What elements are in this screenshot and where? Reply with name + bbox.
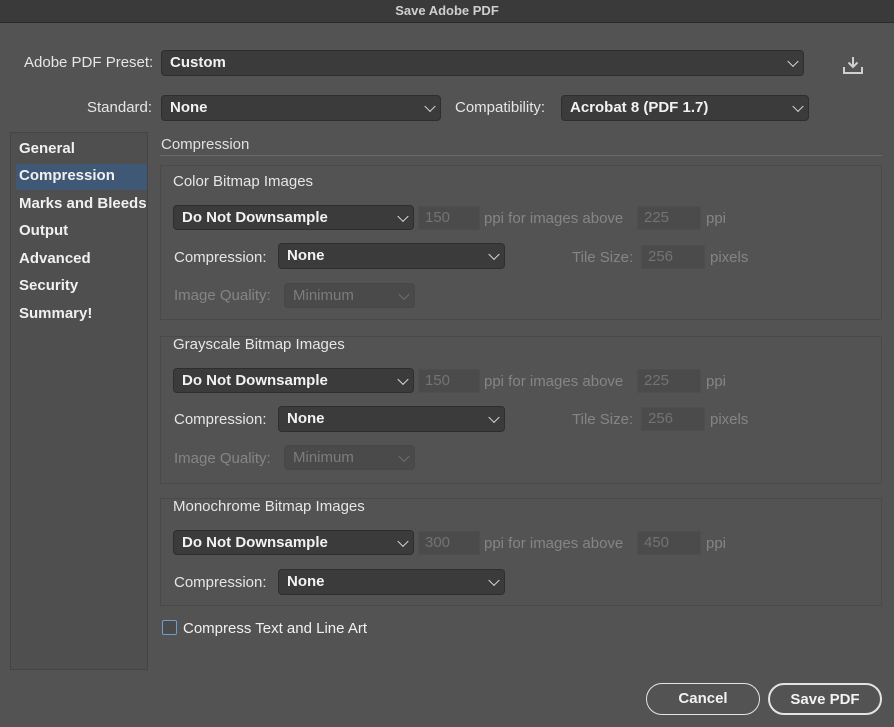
preset-label: Adobe PDF Preset: (24, 54, 154, 71)
color-downsample-select[interactable]: Do Not Downsample (173, 205, 414, 230)
color-compression-label: Compression: (174, 249, 267, 266)
section-title: Compression (161, 136, 250, 153)
gray-tile-unit: pixels (710, 411, 749, 428)
chevron-down-icon (397, 535, 409, 547)
color-tile-field[interactable]: 256 (641, 245, 705, 269)
compress-text-label[interactable]: Compress Text and Line Art (183, 620, 367, 637)
gray-quality-label: Image Quality: (174, 450, 271, 467)
gray-compression-value: None (287, 410, 325, 427)
mono-downsample-select[interactable]: Do Not Downsample (173, 530, 414, 555)
standard-value: None (170, 99, 208, 116)
preset-select[interactable]: Custom (161, 50, 804, 76)
compatibility-value: Acrobat 8 (PDF 1.7) (570, 99, 709, 116)
color-downsample-value: Do Not Downsample (182, 209, 328, 226)
color-compression-select[interactable]: None (278, 243, 505, 269)
chevron-down-icon (397, 210, 409, 222)
gray-compression-label: Compression: (174, 411, 267, 428)
mono-compression-value: None (287, 573, 325, 590)
gray-downsample-select[interactable]: Do Not Downsample (173, 368, 414, 393)
mono-ppi-unit: ppi (706, 535, 727, 552)
color-ppi-unit: ppi (706, 210, 727, 227)
chevron-down-icon (792, 100, 804, 113)
sidebar-item-general[interactable]: General (16, 137, 147, 163)
sidebar-item-output[interactable]: Output (16, 219, 147, 245)
standard-label: Standard: (87, 99, 153, 116)
color-group-title: Color Bitmap Images (173, 173, 314, 190)
gray-ppi-unit: ppi (706, 373, 727, 390)
mono-above-field[interactable]: 450 (637, 531, 701, 555)
chevron-down-icon (488, 248, 500, 261)
gray-tile-field[interactable]: 256 (641, 407, 705, 431)
compatibility-label: Compatibility: (455, 99, 546, 116)
mono-ppi-above-label: ppi for images above (484, 535, 624, 552)
chevron-down-icon (787, 55, 799, 68)
compress-text-checkbox[interactable] (162, 620, 177, 635)
sidebar: General Compression Marks and Bleeds Out… (10, 132, 148, 670)
download-icon[interactable] (842, 55, 864, 75)
chevron-down-icon (398, 450, 410, 462)
mono-compression-label: Compression: (174, 574, 267, 591)
gray-quality-value: Minimum (293, 449, 354, 466)
color-tile-unit: pixels (710, 249, 749, 266)
save-pdf-button[interactable]: Save PDF (768, 683, 882, 715)
gray-downsample-value: Do Not Downsample (182, 372, 328, 389)
mono-downsample-value: Do Not Downsample (182, 534, 328, 551)
section-divider (160, 155, 882, 156)
color-ppi-field[interactable]: 150 (418, 206, 480, 230)
chevron-down-icon (488, 411, 500, 424)
color-tile-label: Tile Size: (572, 249, 634, 266)
sidebar-item-marks-and-bleeds[interactable]: Marks and Bleeds (16, 192, 147, 218)
chevron-down-icon (424, 100, 436, 113)
color-quality-label: Image Quality: (174, 287, 271, 304)
color-quality-select[interactable]: Minimum (284, 283, 415, 308)
sidebar-item-advanced[interactable]: Advanced (16, 247, 147, 273)
mono-ppi-field[interactable]: 300 (418, 531, 480, 555)
color-compression-value: None (287, 247, 325, 264)
gray-compression-select[interactable]: None (278, 406, 505, 432)
sidebar-item-summary[interactable]: Summary! (16, 302, 147, 328)
gray-ppi-field[interactable]: 150 (418, 369, 480, 393)
sidebar-item-compression[interactable]: Compression (16, 164, 147, 190)
chevron-down-icon (488, 574, 500, 587)
gray-above-field[interactable]: 225 (637, 369, 701, 393)
sidebar-item-security[interactable]: Security (16, 274, 147, 300)
color-ppi-above-label: ppi for images above (484, 210, 624, 227)
mono-group-title: Monochrome Bitmap Images (173, 498, 365, 515)
gray-group-title: Grayscale Bitmap Images (173, 336, 345, 353)
cancel-button[interactable]: Cancel (646, 683, 760, 715)
color-above-field[interactable]: 225 (637, 206, 701, 230)
mono-compression-select[interactable]: None (278, 569, 505, 595)
window-title: Save Adobe PDF (0, 0, 894, 23)
chevron-down-icon (397, 373, 409, 385)
chevron-down-icon (398, 288, 410, 300)
gray-ppi-above-label: ppi for images above (484, 373, 624, 390)
gray-tile-label: Tile Size: (572, 411, 634, 428)
color-quality-value: Minimum (293, 287, 354, 304)
compatibility-select[interactable]: Acrobat 8 (PDF 1.7) (561, 95, 809, 121)
standard-select[interactable]: None (161, 95, 441, 121)
preset-value: Custom (170, 54, 226, 71)
gray-quality-select[interactable]: Minimum (284, 445, 415, 470)
